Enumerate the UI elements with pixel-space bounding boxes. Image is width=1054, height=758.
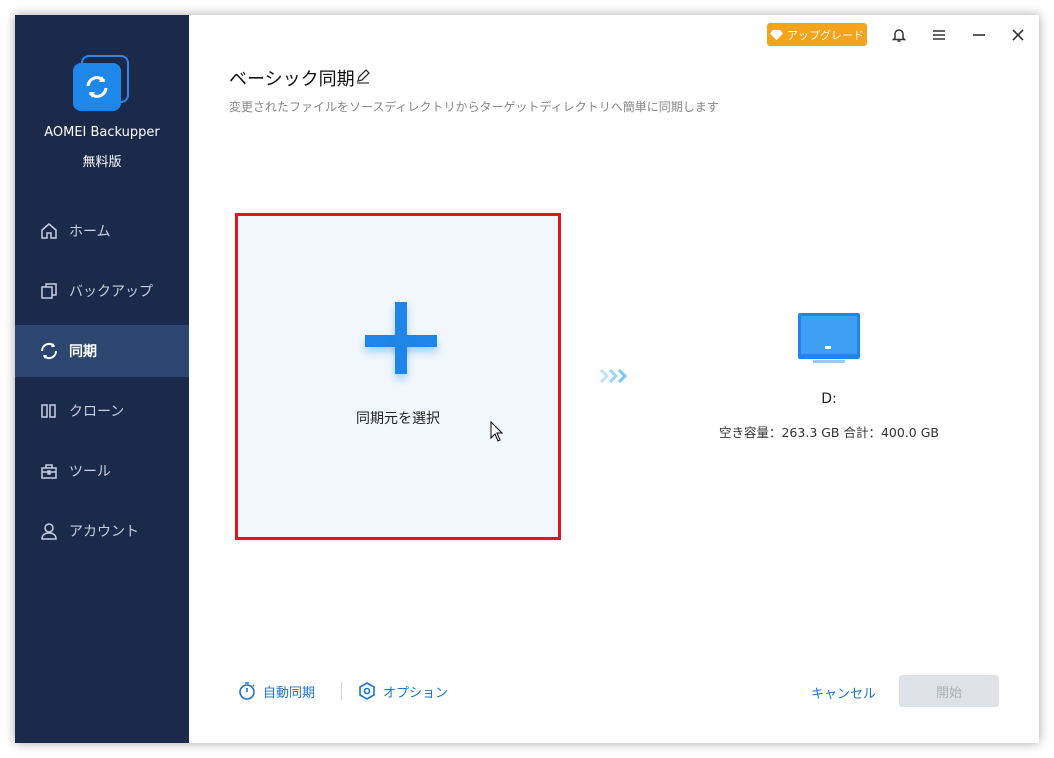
sidebar-item-label: ツール — [69, 464, 111, 480]
backup-icon — [41, 283, 57, 299]
start-button[interactable]: 開始 — [899, 675, 999, 707]
page-title: ベーシック同期 — [229, 69, 355, 90]
options-hex-icon — [359, 682, 375, 700]
destination-name: D: — [821, 391, 837, 407]
sidebar: AOMEI Backupper 無料版 ホーム バックアップ 同期 クローン ツ… — [15, 15, 189, 743]
stopwatch-icon — [239, 682, 255, 700]
upgrade-label: アップグレード — [787, 28, 864, 42]
toolbox-icon — [41, 464, 57, 479]
auto-sync-label: 自動同期 — [263, 685, 316, 701]
sidebar-item-clone[interactable]: クローン — [15, 385, 189, 437]
close-icon[interactable] — [1008, 25, 1028, 45]
sidebar-item-backup[interactable]: バックアップ — [15, 265, 189, 317]
user-icon — [41, 523, 57, 540]
sync-icon — [40, 342, 58, 360]
diamond-icon — [770, 29, 783, 41]
main-panel: アップグレード ベーシック同期 変更されたファイルをソースディレクトリからターゲ… — [189, 15, 1039, 743]
sidebar-item-home[interactable]: ホーム — [15, 205, 189, 257]
footer-divider — [341, 682, 342, 700]
sidebar-item-label: バックアップ — [69, 284, 153, 300]
sidebar-item-account[interactable]: アカウント — [15, 505, 189, 557]
app-name: AOMEI Backupper — [44, 125, 160, 140]
clone-icon — [41, 404, 56, 418]
sidebar-item-label: クローン — [69, 404, 125, 420]
direction-arrows-icon — [599, 368, 628, 384]
sidebar-item-tools[interactable]: ツール — [15, 445, 189, 497]
destination-capacity: 空き容量：263.3 GB 合計：400.0 GB — [718, 425, 939, 440]
minimize-icon[interactable] — [969, 25, 989, 45]
app-window: AOMEI Backupper 無料版 ホーム バックアップ 同期 クローン ツ… — [15, 15, 1039, 743]
upgrade-button[interactable]: アップグレード — [767, 23, 867, 46]
options-button[interactable]: オプション — [357, 681, 448, 701]
notification-bell-icon[interactable] — [889, 25, 909, 45]
app-logo-icon — [73, 55, 131, 113]
select-source-label: 同期元を選択 — [356, 411, 440, 427]
menu-icon[interactable] — [929, 25, 949, 45]
home-icon — [41, 223, 57, 239]
sidebar-nav: ホーム バックアップ 同期 クローン ツール アカウント — [15, 205, 189, 565]
sidebar-item-sync[interactable]: 同期 — [15, 325, 189, 377]
page-subtitle: 変更されたファイルをソースディレクトリからターゲットディレクトリへ簡単に同期しま… — [229, 100, 719, 114]
mouse-cursor-icon — [490, 421, 504, 442]
auto-sync-button[interactable]: 自動同期 — [237, 681, 315, 701]
drive-monitor-icon — [798, 313, 860, 363]
edit-pencil-icon[interactable] — [355, 68, 373, 86]
select-source-button[interactable]: 同期元を選択 — [235, 213, 561, 540]
sidebar-item-label: 同期 — [69, 344, 97, 360]
sidebar-item-label: ホーム — [69, 224, 111, 240]
sidebar-item-label: アカウント — [69, 524, 139, 540]
cancel-button[interactable]: キャンセル — [811, 683, 876, 702]
app-edition: 無料版 — [82, 155, 122, 170]
options-label: オプション — [383, 685, 449, 701]
